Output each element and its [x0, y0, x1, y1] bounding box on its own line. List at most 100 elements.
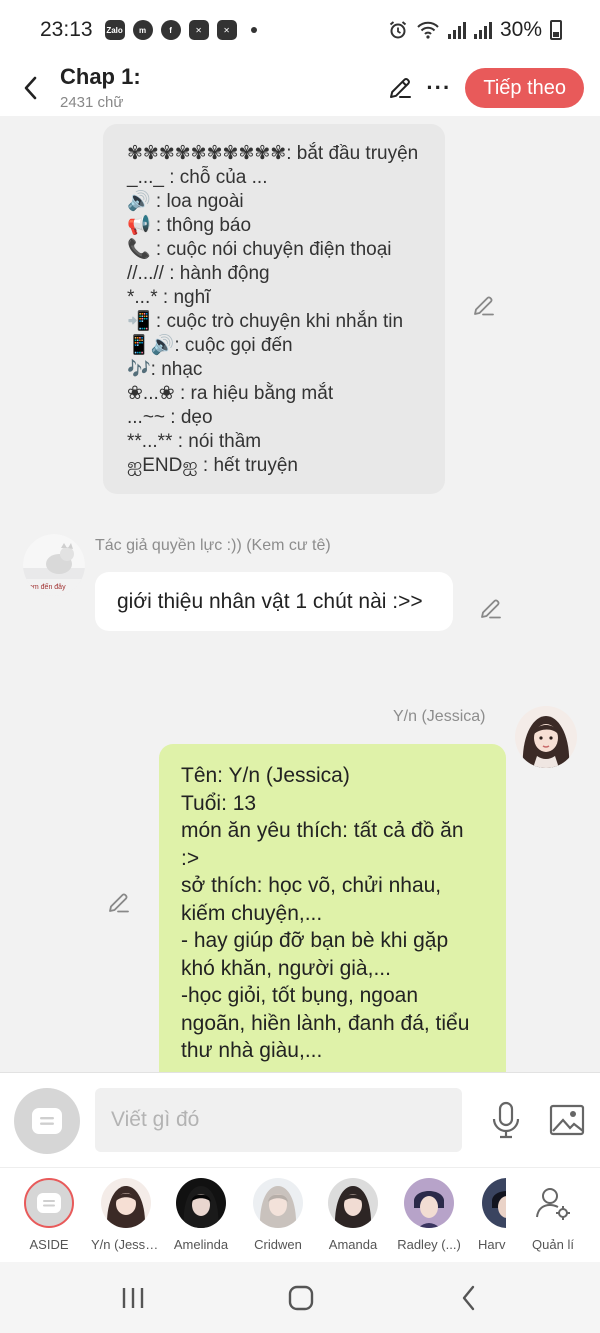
system-nav-bar	[0, 1262, 600, 1333]
aside-note-line: *...* : nghĩ	[127, 287, 211, 308]
character-message-line: Tuổi: 13	[181, 791, 257, 815]
character-chip-amanda[interactable]: Amanda	[318, 1178, 388, 1252]
back-button[interactable]	[6, 63, 56, 113]
composer-bar	[0, 1072, 600, 1167]
insert-image-button[interactable]	[548, 1102, 586, 1138]
manage-characters-button[interactable]: Quản lí	[518, 1178, 588, 1252]
aside-note-line: 📢 : thông báo	[127, 215, 252, 236]
character-chip-label: Harvey	[478, 1237, 506, 1252]
aside-note-line: ❀...❀ : ra hiệu bằng mắt	[127, 383, 334, 404]
aside-note-line: ஐENDஐ : hết truyện	[127, 455, 298, 476]
character-message-line: - hay giúp đỡ bạn bè khi gặp khó khăn, n…	[181, 929, 449, 980]
user-settings-icon	[536, 1188, 570, 1220]
home-icon	[288, 1285, 314, 1311]
messenger-icon: m	[132, 20, 153, 40]
more-options-button[interactable]: ···	[426, 75, 451, 101]
wifi-icon	[417, 21, 439, 39]
manage-avatar	[528, 1178, 578, 1228]
facebook-icon: f	[160, 20, 181, 40]
voice-input-button[interactable]	[487, 1100, 525, 1140]
character-chip-label: Amelinda	[173, 1237, 229, 1252]
signal-icon	[473, 21, 492, 39]
character-chip-label: Cridwen	[254, 1237, 302, 1252]
home-button[interactable]	[281, 1282, 321, 1314]
page-title: Chap 1:	[60, 63, 141, 89]
aside-note-line: **...** : nói thầm	[127, 431, 262, 452]
aside-note-line: ...~~ : dẹo	[127, 407, 213, 428]
chat-area[interactable]: ✾✾✾✾✾✾✾✾✾✾: bắt đầu truyện _..._ : chỗ c…	[0, 116, 600, 1072]
message-square-icon	[32, 1108, 62, 1134]
microphone-icon	[492, 1101, 520, 1139]
character-message-line: Tên: Y/n (Jessica)	[181, 764, 350, 787]
message-input[interactable]	[95, 1088, 462, 1152]
signal-icon	[447, 21, 466, 39]
recent-apps-button[interactable]	[113, 1282, 153, 1314]
character-avatar	[253, 1178, 303, 1228]
pencil-icon	[474, 296, 494, 316]
aside-note-line: 📱🔊: cuộc gọi đến	[127, 335, 293, 356]
recent-apps-icon	[122, 1288, 144, 1308]
message-square-icon	[37, 1193, 61, 1213]
character-message-bubble[interactable]: Tên: Y/n (Jessica) Tuổi: 13 món ăn yêu t…	[159, 744, 506, 1072]
character-avatar	[482, 1178, 506, 1228]
battery-icon	[550, 20, 562, 40]
character-chip-aside[interactable]: ASIDE	[14, 1178, 84, 1252]
status-time: 23:13	[40, 18, 93, 41]
pencil-icon	[390, 78, 412, 98]
character-message-line: -học giỏi, tốt bụng, ngoan ngoãn, hiền l…	[181, 984, 470, 1062]
battery-percent: 30%	[499, 18, 542, 41]
edit-message-button[interactable]	[471, 293, 497, 319]
character-chip-label: Quản lí	[532, 1237, 574, 1252]
aside-note-line: _..._ : chỗ của ...	[127, 167, 268, 188]
word-count: 2431 chữ	[60, 93, 124, 111]
character-chip-harvey[interactable]: Harvey	[470, 1178, 506, 1252]
header: Chap 1: 2431 chữ ··· Tiếp theo	[0, 60, 600, 116]
capcut-icon: ✕	[188, 20, 209, 40]
capcut-icon: ✕	[216, 20, 237, 40]
aside-toggle-button[interactable]	[14, 1088, 80, 1154]
character-chip-label: Y/n (Jessica)	[91, 1237, 161, 1252]
author-avatar[interactable]: em đến đây	[23, 534, 85, 596]
aside-avatar	[24, 1178, 74, 1228]
system-back-button[interactable]	[449, 1282, 489, 1314]
zalo-icon: Zalo	[104, 20, 125, 40]
next-button[interactable]: Tiếp theo	[465, 68, 584, 108]
back-chevron-icon	[462, 1285, 475, 1311]
character-chip-amelinda[interactable]: Amelinda	[166, 1178, 236, 1252]
author-name: Tác giả quyền lực :)) (Kem cư tê)	[95, 537, 331, 554]
character-chip-label: ASIDE	[29, 1237, 69, 1252]
aside-note-bubble[interactable]: ✾✾✾✾✾✾✾✾✾✾: bắt đầu truyện _..._ : chỗ c…	[103, 124, 445, 494]
back-arrow-icon	[24, 76, 37, 100]
avatar-caption: em đến đây	[29, 584, 66, 591]
aside-note-line: 📲 : cuộc trò chuyện khi nhắn tin	[127, 311, 404, 332]
aside-note-line: 📞 : cuộc nói chuyện điện thoại	[127, 239, 392, 260]
character-avatar-image	[515, 706, 577, 768]
aside-note-line: 🔊 : loa ngoài	[127, 191, 244, 212]
character-avatar	[328, 1178, 378, 1228]
character-chip-jessica[interactable]: Y/n (Jessica)	[91, 1178, 161, 1252]
edit-message-button[interactable]	[478, 596, 504, 622]
pencil-icon	[109, 893, 129, 913]
character-avatar	[176, 1178, 226, 1228]
character-strip: ASIDE Y/n (Jessica) Amelinda Cridwen Ama…	[0, 1167, 600, 1262]
character-chip-label: Radley (...)	[397, 1237, 461, 1252]
author-message-bubble[interactable]: giới thiệu nhân vật 1 chút nài :>>	[95, 572, 453, 631]
character-chip-cridwen[interactable]: Cridwen	[243, 1178, 313, 1252]
alarm-icon	[389, 21, 407, 39]
character-avatar	[404, 1178, 454, 1228]
edit-message-button[interactable]	[106, 890, 132, 916]
pencil-icon	[481, 599, 501, 619]
character-message-line: món ăn yêu thích: tất cả đồ ăn :>	[181, 819, 464, 870]
character-chip-label: Amanda	[328, 1237, 378, 1252]
aside-note-line: ✾✾✾✾✾✾✾✾✾✾: bắt đầu truyện	[127, 143, 419, 164]
status-bar: 23:13 Zalo m f ✕ ✕ 30%	[0, 0, 600, 60]
image-icon	[549, 1104, 585, 1136]
aside-note-line: 🎶: nhạc	[127, 359, 203, 380]
character-avatar	[101, 1178, 151, 1228]
aside-note-line: //...// : hành động	[127, 263, 270, 284]
character-chip-radley[interactable]: Radley (...)	[394, 1178, 464, 1252]
edit-chapter-button[interactable]	[380, 68, 420, 108]
character-name: Y/n (Jessica)	[393, 708, 486, 725]
character-avatar[interactable]	[515, 706, 577, 768]
character-message-line: sở thích: học võ, chửi nhau, kiếm chuyện…	[181, 874, 442, 925]
